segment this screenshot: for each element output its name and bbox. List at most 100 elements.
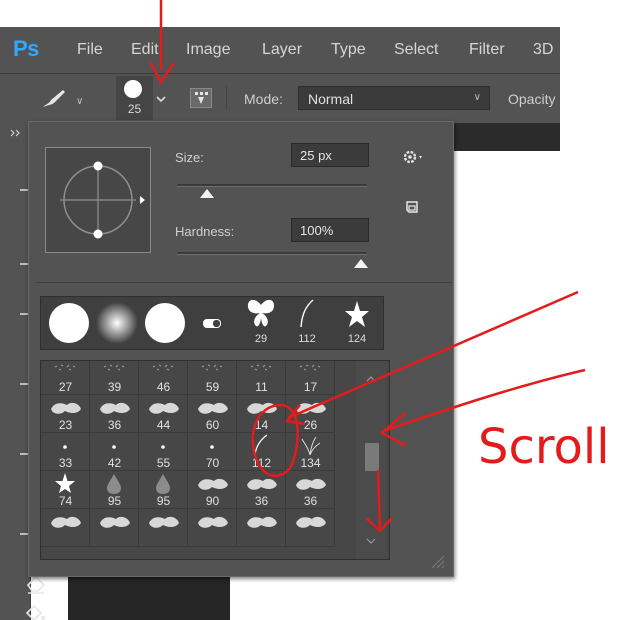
brush-number: 124 xyxy=(347,333,367,345)
drop-brush-icon xyxy=(107,474,121,494)
brush-preset-cell[interactable]: 112 xyxy=(237,433,286,471)
brush-preset-cell[interactable]: 44 xyxy=(139,395,188,433)
recent-brush[interactable]: 124 xyxy=(337,297,377,349)
brush-preset-cell[interactable]: 33 xyxy=(41,433,90,471)
brush-grid-scrollbar[interactable] xyxy=(356,361,386,559)
tool-preset-chevron-icon[interactable]: ∨ xyxy=(76,96,83,107)
menu-layer[interactable]: Layer xyxy=(262,41,302,59)
brush-preset-cell[interactable]: 59 xyxy=(188,361,237,395)
gear-icon[interactable] xyxy=(402,148,426,166)
new-preset-icon[interactable] xyxy=(405,200,419,214)
menu-filter[interactable]: Filter xyxy=(469,41,505,59)
scroll-down-icon[interactable] xyxy=(365,537,377,545)
recent-brush[interactable] xyxy=(143,297,187,349)
tool-marker[interactable] xyxy=(20,453,28,455)
brush-size-number: 17 xyxy=(303,380,318,394)
mode-label: Mode: xyxy=(244,91,283,107)
butterfly-brush-icon xyxy=(247,299,275,327)
tool-marker[interactable] xyxy=(20,189,28,191)
hardness-slider-handle[interactable] xyxy=(354,259,368,268)
brush-preset-cell[interactable]: 11 xyxy=(237,361,286,395)
size-slider-handle[interactable] xyxy=(200,189,215,198)
tool-marker[interactable] xyxy=(20,263,28,265)
texture-brush-icon xyxy=(149,516,179,528)
brush-size-readout: 25 xyxy=(127,102,142,116)
stroke-brush-icon xyxy=(254,434,268,456)
brush-preset-cell[interactable] xyxy=(41,509,90,547)
size-slider-track[interactable] xyxy=(177,184,367,187)
brush-preset-cell[interactable]: 26 xyxy=(286,395,335,433)
brush-panel-toggle-button[interactable] xyxy=(190,88,212,108)
brush-size-number: 42 xyxy=(107,456,122,470)
scrollbar-thumb[interactable] xyxy=(365,443,379,471)
texture-brush-icon xyxy=(51,516,81,528)
brush-preset-cell[interactable] xyxy=(237,509,286,547)
recent-brush[interactable] xyxy=(197,297,227,349)
tool-marker[interactable] xyxy=(20,313,28,315)
texture-brush-icon xyxy=(198,516,228,528)
brush-preset-cell[interactable]: 36 xyxy=(286,471,335,509)
hardness-label: Hardness: xyxy=(175,224,235,239)
mode-dropdown[interactable]: Normal ∨ xyxy=(298,86,490,110)
menu-image[interactable]: Image xyxy=(186,41,230,59)
paint-bucket-tool-icon[interactable] xyxy=(22,601,48,620)
eraser-brush-icon xyxy=(203,319,221,328)
size-field[interactable]: 25 px xyxy=(291,143,369,167)
brush-preset-cell[interactable]: 36 xyxy=(90,395,139,433)
brush-tool-icon[interactable] xyxy=(40,87,68,109)
hardness-field[interactable]: 100% xyxy=(291,218,369,242)
spatter-brush-icon xyxy=(201,364,223,371)
menu-type[interactable]: Type xyxy=(331,41,366,59)
brush-preset-cell[interactable]: 134 xyxy=(286,433,335,471)
soft-round-brush-icon xyxy=(96,302,138,344)
opacity-label: Opacity xyxy=(508,91,556,107)
brush-panel-icon xyxy=(195,92,208,104)
brush-preset-cell[interactable]: 70 xyxy=(188,433,237,471)
menu-file[interactable]: File xyxy=(77,41,103,59)
small-star-brush-icon xyxy=(210,445,214,449)
resize-grip-icon[interactable] xyxy=(428,552,446,570)
brush-preset-cell[interactable]: 95 xyxy=(90,471,139,509)
brush-preset-cell[interactable]: 17 xyxy=(286,361,335,395)
menu-select[interactable]: Select xyxy=(394,41,438,59)
brush-preset-cell[interactable] xyxy=(139,509,188,547)
brush-preset-cell[interactable]: 46 xyxy=(139,361,188,395)
recent-brush[interactable] xyxy=(95,297,139,349)
brush-angle-preview[interactable] xyxy=(45,147,151,253)
tool-marker[interactable] xyxy=(20,533,28,535)
texture-brush-icon xyxy=(247,516,277,528)
scroll-up-icon[interactable] xyxy=(365,375,377,383)
collapse-panel-icon[interactable] xyxy=(10,129,22,137)
menu-edit[interactable]: Edit xyxy=(131,41,159,59)
brush-preset-cell[interactable]: 27 xyxy=(41,361,90,395)
hardness-slider-track[interactable] xyxy=(177,252,367,255)
brush-preset-cell[interactable]: 55 xyxy=(139,433,188,471)
brush-preset-button[interactable]: 25 xyxy=(116,76,153,120)
brush-roundness-widget[interactable] xyxy=(46,148,150,252)
recent-brush[interactable]: 29 xyxy=(241,297,281,349)
picker-divider xyxy=(36,282,452,283)
brush-preset-cell[interactable]: 42 xyxy=(90,433,139,471)
screenshot-root: { "app": {"logo": "Ps"}, "menu": ["File"… xyxy=(0,0,641,620)
brush-preset-cell[interactable]: 74 xyxy=(41,471,90,509)
brush-preset-cell[interactable]: 14 xyxy=(237,395,286,433)
brush-preset-cell[interactable]: 36 xyxy=(237,471,286,509)
menu-3d[interactable]: 3D xyxy=(533,41,553,59)
brush-preset-cell[interactable]: 39 xyxy=(90,361,139,395)
texture-brush-icon xyxy=(100,402,130,414)
tool-marker[interactable] xyxy=(20,383,28,385)
brush-preset-cell[interactable]: 23 xyxy=(41,395,90,433)
brush-preset-cell[interactable]: 90 xyxy=(188,471,237,509)
brush-preset-cell[interactable]: 60 xyxy=(188,395,237,433)
brush-size-number: 74 xyxy=(58,494,73,508)
spatter-brush-icon xyxy=(103,364,125,371)
brush-preset-cell[interactable] xyxy=(90,509,139,547)
recent-brush[interactable]: 112 xyxy=(287,297,327,349)
brush-preset-chevron-icon[interactable] xyxy=(154,92,168,106)
brush-size-number: 60 xyxy=(205,418,220,432)
brush-size-number: 70 xyxy=(205,456,220,470)
recent-brush[interactable] xyxy=(47,297,91,349)
brush-preset-cell[interactable] xyxy=(286,509,335,547)
brush-preset-cell[interactable] xyxy=(188,509,237,547)
brush-preset-cell[interactable]: 95 xyxy=(139,471,188,509)
